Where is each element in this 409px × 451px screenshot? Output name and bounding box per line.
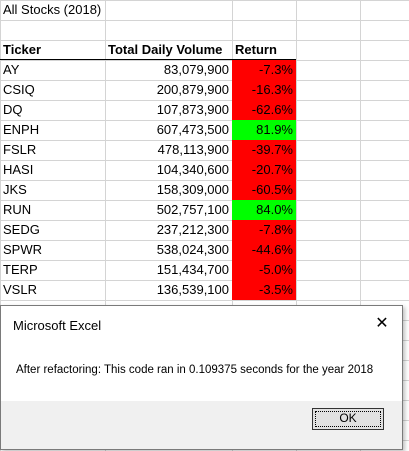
ticker-cell[interactable]: ENPH	[0, 120, 105, 140]
sheet-title: All Stocks (2018)	[3, 2, 102, 17]
volume-cell[interactable]: 502,757,100	[105, 200, 232, 220]
volume-cell[interactable]: 200,879,900	[105, 80, 232, 100]
ticker-cell[interactable]: HASI	[0, 160, 105, 180]
return-cell[interactable]: -16.3%	[232, 80, 296, 100]
return-cell[interactable]: -7.3%	[232, 60, 296, 80]
return-cell[interactable]: -7.8%	[232, 220, 296, 240]
ticker-cell[interactable]: VSLR	[0, 280, 105, 300]
ticker-cell[interactable]: CSIQ	[0, 80, 105, 100]
header-volume: Total Daily Volume	[108, 42, 223, 57]
header-ticker: Ticker	[3, 42, 42, 57]
volume-cell[interactable]: 478,113,900	[105, 140, 232, 160]
ticker-cell[interactable]: SEDG	[0, 220, 105, 240]
volume-cell[interactable]: 158,309,000	[105, 180, 232, 200]
return-cell[interactable]: 84.0%	[232, 200, 296, 220]
ticker-cell[interactable]: JKS	[0, 180, 105, 200]
volume-cell[interactable]: 104,340,600	[105, 160, 232, 180]
dialog-message: After refactoring: This code ran in 0.10…	[16, 364, 374, 376]
ticker-cell[interactable]: FSLR	[0, 140, 105, 160]
ok-button[interactable]: OK	[312, 408, 384, 430]
ticker-cell[interactable]: AY	[0, 60, 105, 80]
volume-cell[interactable]: 83,079,900	[105, 60, 232, 80]
volume-cell[interactable]: 136,539,100	[105, 280, 232, 300]
dialog-body: After refactoring: This code ran in 0.10…	[1, 344, 402, 404]
return-cell[interactable]: -3.5%	[232, 280, 296, 300]
return-cell[interactable]: -60.5%	[232, 180, 296, 200]
return-cell[interactable]: -20.7%	[232, 160, 296, 180]
close-icon[interactable]: ✕	[372, 314, 392, 334]
volume-cell[interactable]: 237,212,300	[105, 220, 232, 240]
message-dialog: Microsoft Excel ✕ After refactoring: Thi…	[0, 305, 403, 450]
ticker-cell[interactable]: RUN	[0, 200, 105, 220]
return-cell[interactable]: -44.6%	[232, 240, 296, 260]
return-cell[interactable]: -62.6%	[232, 100, 296, 120]
return-cell[interactable]: -39.7%	[232, 140, 296, 160]
volume-cell[interactable]: 107,873,900	[105, 100, 232, 120]
volume-cell[interactable]: 151,434,700	[105, 260, 232, 280]
ticker-cell[interactable]: SPWR	[0, 240, 105, 260]
return-cell[interactable]: 81.9%	[232, 120, 296, 140]
return-cell[interactable]: -5.0%	[232, 260, 296, 280]
dialog-title: Microsoft Excel	[13, 318, 102, 333]
header-return: Return	[235, 42, 277, 57]
volume-cell[interactable]: 607,473,500	[105, 120, 232, 140]
ticker-cell[interactable]: TERP	[0, 260, 105, 280]
ticker-cell[interactable]: DQ	[0, 100, 105, 120]
volume-cell[interactable]: 538,024,300	[105, 240, 232, 260]
